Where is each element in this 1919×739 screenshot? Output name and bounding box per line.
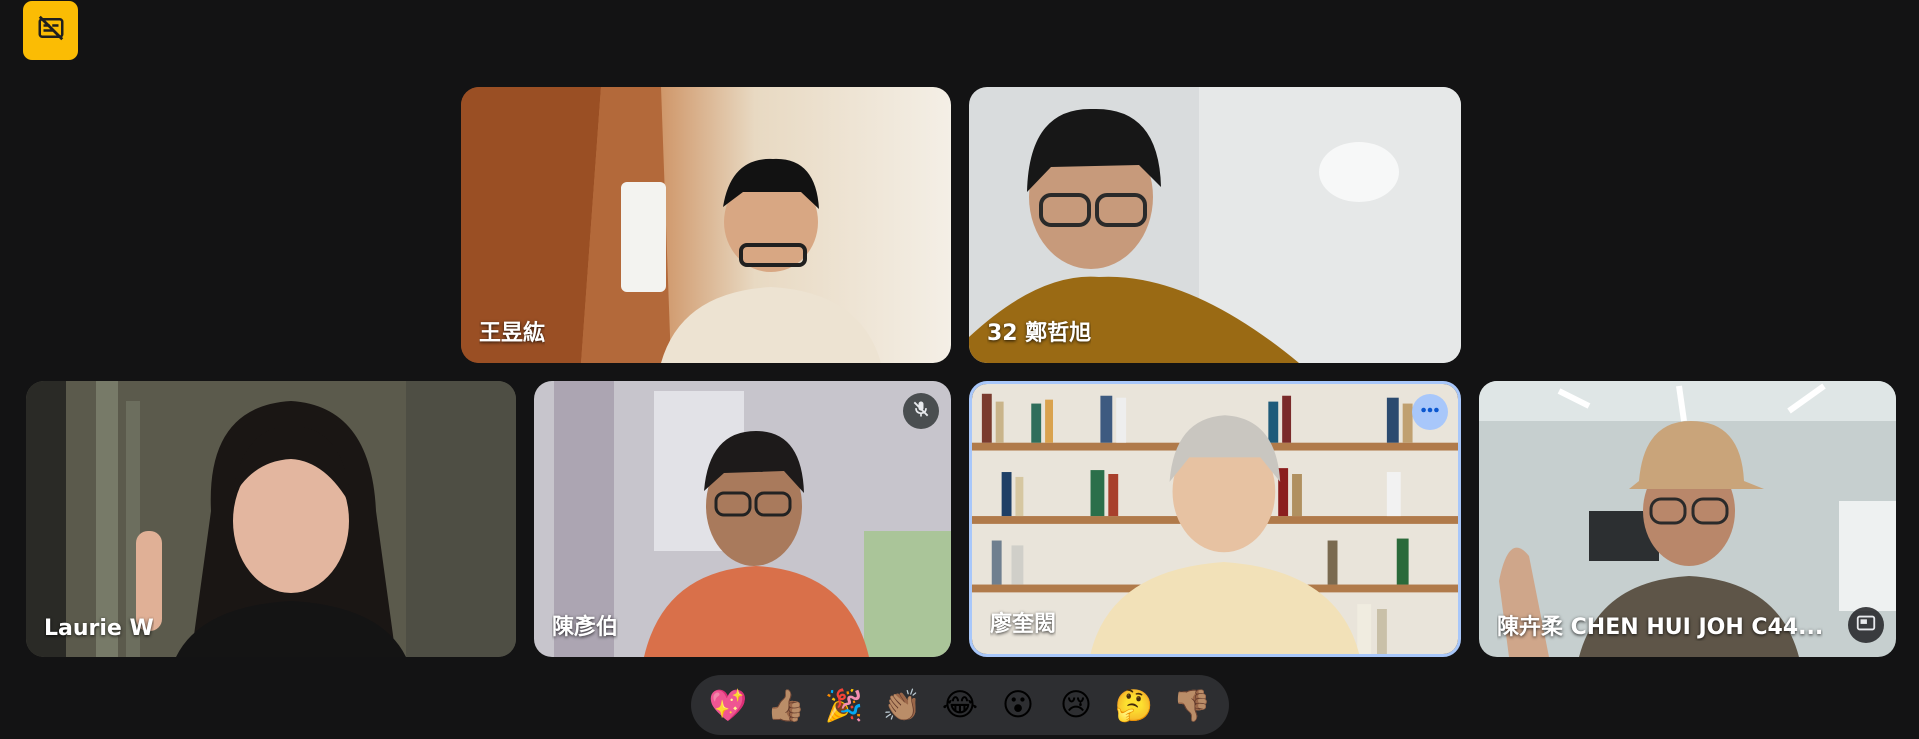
- participant-tile[interactable]: 32 鄭哲旭: [969, 87, 1461, 363]
- captions-toggle-button[interactable]: [23, 1, 78, 60]
- sparkling-heart-icon[interactable]: 💖: [703, 680, 753, 730]
- participant-name: Laurie W: [44, 616, 154, 641]
- open-mouth-icon[interactable]: 😮: [993, 680, 1043, 730]
- picture-in-picture-icon: [1855, 612, 1877, 639]
- reactions-bar: 💖 👍🏽 🎉 👏🏽 😂 😮 😢 🤔 👎🏽: [691, 675, 1229, 735]
- participant-name: 陳彥伯: [552, 615, 619, 640]
- participant-tile[interactable]: 陳卉柔 CHEN HUI JOH C44...: [1479, 381, 1896, 657]
- participant-name: 陳卉柔 CHEN HUI JOH C44...: [1497, 615, 1824, 640]
- participant-tile[interactable]: 王昱紘: [461, 87, 951, 363]
- thumbs-down-icon[interactable]: 👎🏽: [1167, 680, 1217, 730]
- clapping-hands-icon[interactable]: 👏🏽: [877, 680, 927, 730]
- mic-off-icon: [911, 399, 931, 424]
- participant-name: 王昱紘: [479, 321, 546, 346]
- party-popper-icon[interactable]: 🎉: [819, 680, 869, 730]
- thumbs-up-icon[interactable]: 👍🏽: [761, 680, 811, 730]
- picture-in-picture-button[interactable]: [1848, 607, 1884, 643]
- participant-tile[interactable]: Laurie W: [26, 381, 516, 657]
- meeting-stage: 王昱紘 32 鄭哲旭 Laurie W 陳彥伯 廖奎閎 陳卉柔 CHEN HUI…: [0, 0, 1919, 739]
- captions-off-icon: [36, 13, 66, 48]
- crying-face-icon[interactable]: 😢: [1051, 680, 1101, 730]
- participant-name: 32 鄭哲旭: [987, 321, 1092, 346]
- participant-tile-active[interactable]: 廖奎閎: [969, 381, 1461, 657]
- participant-options-button[interactable]: [1412, 394, 1448, 430]
- participant-tile[interactable]: 陳彥伯: [534, 381, 951, 657]
- more-horiz-icon: [1419, 399, 1441, 426]
- mic-off-indicator: [903, 393, 939, 429]
- participant-name: 廖奎閎: [990, 612, 1057, 637]
- tears-of-joy-icon[interactable]: 😂: [935, 680, 985, 730]
- thinking-face-icon[interactable]: 🤔: [1109, 680, 1159, 730]
